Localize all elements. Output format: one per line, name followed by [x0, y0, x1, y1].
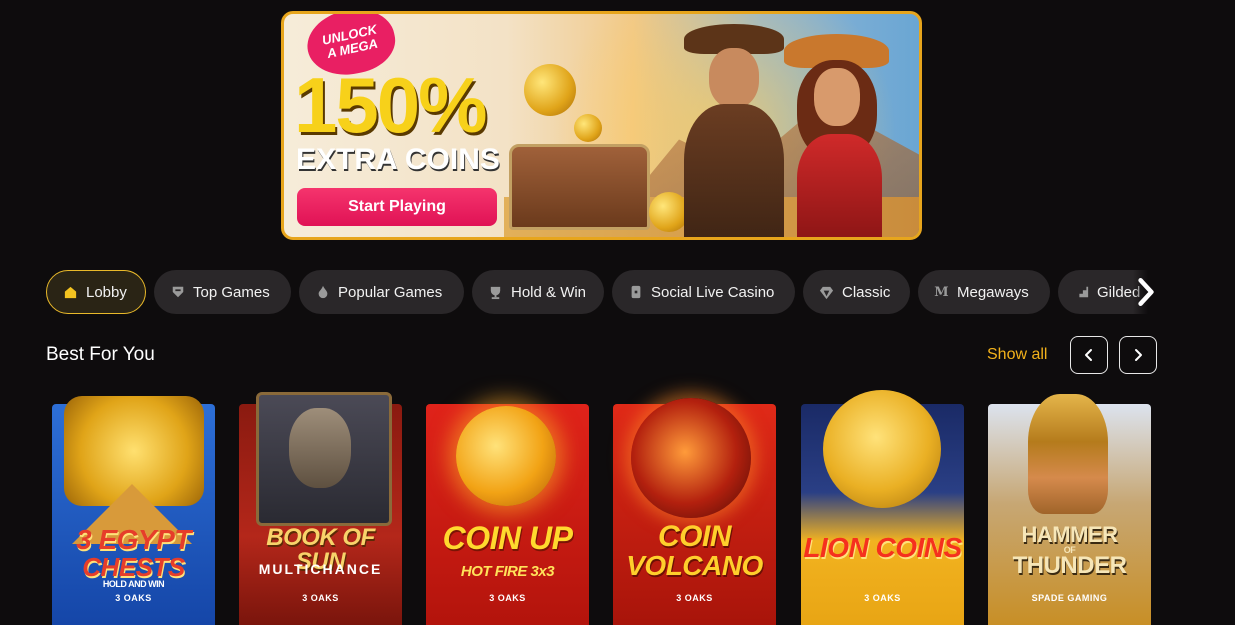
category-chip-megaways[interactable]: M Megaways	[918, 270, 1050, 314]
game-card[interactable]: LION COINS 3 OAKS	[801, 390, 964, 625]
category-label: Top Games	[193, 283, 270, 301]
game-title: COIN	[658, 520, 732, 553]
game-provider: 3 OAKS	[864, 593, 901, 603]
game-card[interactable]: BOOK OF SUN MULTICHANCE 3 OAKS	[239, 392, 402, 625]
m-icon: M	[934, 284, 949, 300]
game-title-line2: THUNDER	[1012, 552, 1127, 579]
volcano-coin-art	[631, 398, 751, 518]
game-title: COIN UP	[442, 520, 573, 556]
cowgirl-character-image	[779, 34, 899, 237]
promo-banner[interactable]: UNLOCK A MEGA 150% EXTRA COINS Start Pla…	[281, 11, 922, 240]
promo-headline: 150%	[294, 61, 487, 149]
home-icon	[63, 285, 78, 300]
category-label: Megaways	[957, 283, 1029, 301]
game-provider: 3 OAKS	[115, 593, 152, 603]
chevron-right-icon[interactable]	[1133, 270, 1158, 314]
game-title-line2: CHESTS	[82, 552, 185, 582]
category-chip-top-games[interactable]: Top Games	[154, 270, 291, 314]
coin-image	[524, 64, 576, 116]
card-icon	[628, 285, 643, 300]
flame-icon	[315, 285, 330, 300]
diamond-icon	[819, 285, 834, 300]
category-chip-hold-win[interactable]: Hold & Win	[472, 270, 604, 314]
category-label: Lobby	[86, 283, 127, 301]
lion-coin-art	[823, 390, 941, 508]
game-tagline: HOLD AND WIN	[102, 579, 165, 589]
promo-subline: EXTRA COINS	[296, 143, 500, 176]
section-title: Best For You	[46, 344, 155, 365]
treasure-chest-image	[509, 144, 650, 230]
carousel-prev-button[interactable]	[1070, 336, 1108, 374]
game-provider: 3 OAKS	[676, 593, 713, 603]
game-title: 3 EGYPT	[76, 524, 191, 555]
viking-warrior-art	[1028, 394, 1108, 514]
game-title-line2: VOLCANO	[626, 550, 763, 581]
category-chip-classic[interactable]: Classic	[803, 270, 910, 314]
game-provider: 3 OAKS	[489, 593, 526, 603]
category-chip-lobby[interactable]: Lobby	[46, 270, 146, 314]
carousel-next-button[interactable]	[1119, 336, 1157, 374]
start-playing-button[interactable]: Start Playing	[297, 188, 497, 226]
coin-up-art	[456, 406, 556, 506]
game-card[interactable]: 3 EGYPT CHESTS HOLD AND WIN 3 OAKS	[52, 396, 215, 625]
chevron-right-icon	[1135, 349, 1142, 361]
category-chip-social-live-casino[interactable]: Social Live Casino	[612, 270, 795, 314]
category-label: Social Live Casino	[651, 283, 775, 301]
game-title: HAMMER	[1021, 522, 1119, 547]
category-label: Hold & Win	[511, 283, 587, 301]
chevron-left-icon	[1085, 349, 1092, 361]
cowboy-character-image	[674, 24, 794, 237]
game-card[interactable]: COIN UP HOT FIRE 3x3 3 OAKS	[426, 404, 589, 625]
trophy-badge-icon	[170, 285, 185, 300]
game-title-line2: MULTICHANCE	[258, 561, 383, 577]
game-provider: SPADE GAMING	[1031, 593, 1108, 603]
category-label: Classic	[842, 283, 891, 301]
falcon-head-art	[289, 408, 351, 488]
stairs-icon	[1074, 285, 1089, 300]
show-all-link[interactable]: Show all	[987, 346, 1047, 364]
coin-image	[574, 114, 602, 142]
game-title-line2: HOT FIRE 3x3	[460, 563, 555, 580]
category-nav: Lobby Top Games Popular Games Hold & Win…	[46, 270, 1158, 316]
cup-icon	[488, 285, 503, 300]
category-chip-popular-games[interactable]: Popular Games	[299, 270, 464, 314]
game-card[interactable]: COIN VOLCANO 3 OAKS	[613, 398, 776, 625]
game-provider: 3 OAKS	[302, 593, 339, 603]
game-title: LION COINS	[803, 532, 962, 563]
game-card[interactable]: HAMMER OF THUNDER SPADE GAMING	[988, 394, 1151, 625]
category-label: Popular Games	[338, 283, 443, 301]
